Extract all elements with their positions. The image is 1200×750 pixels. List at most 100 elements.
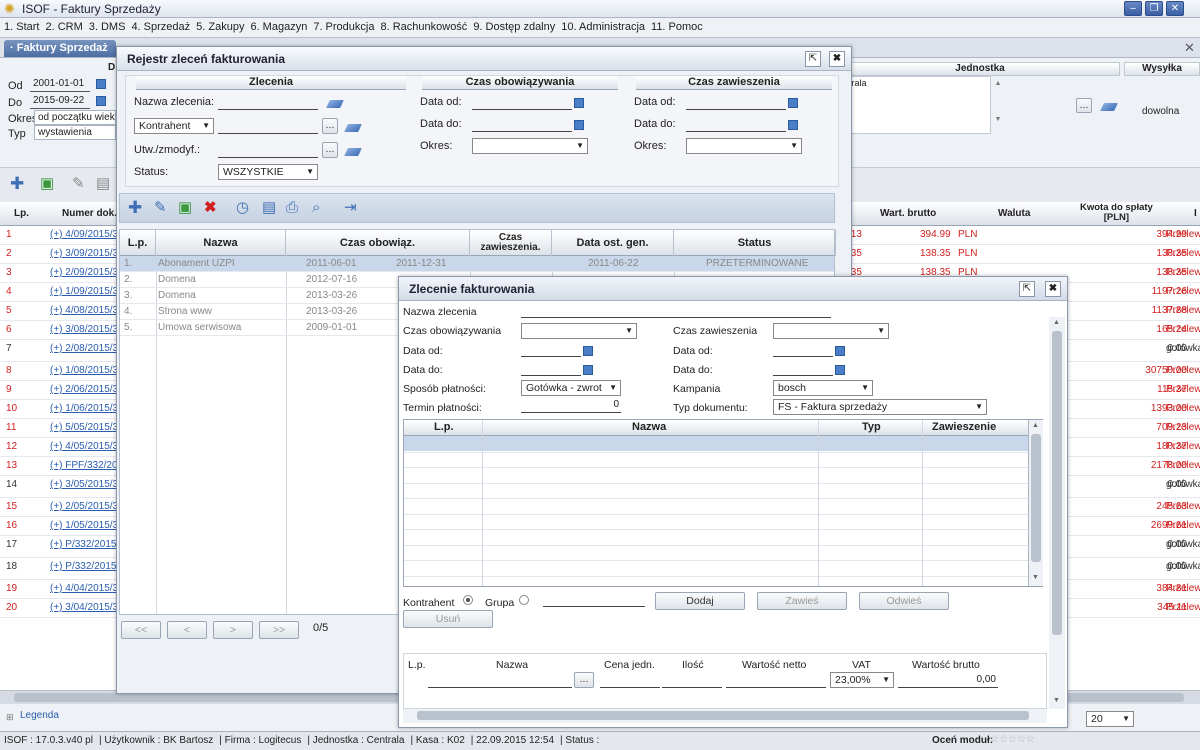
search-icon[interactable]: ⌕: [312, 200, 320, 216]
cell-num[interactable]: (+) 3/05/2015/3: [50, 479, 118, 490]
add-icon[interactable]: ✚: [10, 175, 24, 192]
cell-num[interactable]: (+) 4/04/2015/3: [50, 583, 118, 594]
legenda-link[interactable]: Legenda: [20, 710, 59, 721]
jednostka-browse-button[interactable]: ...: [1076, 98, 1092, 113]
czas-okres-select[interactable]: [472, 138, 588, 154]
rejestr-col-0[interactable]: L.p.: [120, 230, 156, 256]
menu-item[interactable]: 9. Dostęp zdalny: [473, 21, 555, 33]
calendar-icon[interactable]: [96, 79, 106, 89]
close-dialog-button[interactable]: ✖: [829, 51, 845, 67]
prev-page-button[interactable]: <: [167, 621, 207, 639]
scroll-down-icon[interactable]: ▼: [1032, 574, 1039, 581]
menu-item[interactable]: 1. Start: [4, 21, 39, 33]
menu-item[interactable]: 8. Rachunkowość: [380, 21, 467, 33]
edit-icon[interactable]: ✎: [154, 200, 167, 216]
cell-num[interactable]: (+) 2/08/2015/3: [50, 343, 118, 354]
cell-num[interactable]: (+) 4/08/2015/3: [50, 305, 118, 316]
jednostka-list[interactable]: ntrala: [840, 76, 1005, 134]
menu-item[interactable]: 3. DMS: [89, 21, 126, 33]
legend-expand-icon[interactable]: ⊞: [6, 712, 14, 723]
maximize-button[interactable]: ❐: [1145, 1, 1163, 16]
popout-icon[interactable]: ⇱: [1019, 281, 1035, 297]
rejestr-col-3[interactable]: Czas zawieszenia.: [470, 230, 552, 256]
menu-item[interactable]: 11. Pomoc: [651, 21, 703, 33]
zaw-data-do-input[interactable]: [686, 118, 786, 132]
zaw-data-do-input[interactable]: [773, 362, 833, 376]
tab-faktury-sprzedazy[interactable]: · Faktury Sprzedaż: [4, 40, 116, 57]
calendar-icon[interactable]: [788, 120, 798, 130]
zaw-okres-select[interactable]: [686, 138, 802, 154]
eraser-icon[interactable]: [1100, 103, 1118, 111]
eraser-icon[interactable]: [326, 100, 344, 108]
item-netto-input[interactable]: [726, 674, 826, 688]
kontrahent-select[interactable]: Kontrahent: [134, 118, 214, 134]
new-document-icon[interactable]: ▣: [40, 176, 54, 192]
last-page-button[interactable]: >>: [259, 621, 299, 639]
cell-num[interactable]: (+) 2/05/2015/3: [50, 501, 118, 512]
item-vat-select[interactable]: 23,00%: [830, 672, 894, 688]
cell-num[interactable]: (+) 3/08/2015/3: [50, 324, 118, 335]
add-icon[interactable]: ✚: [128, 199, 142, 216]
rejestr-col-5[interactable]: Status: [674, 230, 836, 256]
scroll-thumb[interactable]: [417, 711, 1029, 720]
delete-icon[interactable]: ✖: [204, 200, 217, 216]
menu-item[interactable]: 5. Zakupy: [196, 21, 244, 33]
odwies-button[interactable]: Odwieś: [859, 592, 949, 610]
rejestr-col-1[interactable]: Nazwa: [156, 230, 286, 256]
cell-num[interactable]: (+) FPF/332/20: [50, 460, 118, 471]
typ-select[interactable]: wystawienia: [34, 125, 116, 140]
kampania-select[interactable]: bosch: [773, 380, 873, 396]
item-ilosc-input[interactable]: [662, 674, 722, 688]
menu-item[interactable]: 2. CRM: [45, 21, 82, 33]
edit-icon[interactable]: ✎: [72, 176, 85, 192]
data-do-input[interactable]: [521, 362, 581, 376]
okres-select[interactable]: od początku wieku: [34, 110, 116, 125]
cell-num[interactable]: (+) 4/05/2015/3: [50, 441, 118, 452]
kontrahent-grupa-input[interactable]: [543, 593, 645, 607]
rejestr-col-2[interactable]: Czas obowiąz.: [286, 230, 470, 256]
termin-platnosci-input[interactable]: 0: [521, 399, 621, 413]
print-icon[interactable]: ⎙: [286, 200, 298, 216]
popout-icon[interactable]: ⇱: [805, 51, 821, 67]
dodaj-button[interactable]: Dodaj: [655, 592, 745, 610]
cell-num[interactable]: (+) 2/06/2015/3: [50, 384, 118, 395]
czas-obowiazywania-select[interactable]: [521, 323, 637, 339]
generate-icon[interactable]: ▣: [178, 200, 192, 216]
scroll-thumb[interactable]: [1031, 434, 1041, 562]
rating-stars[interactable]: ☆☆☆☆☆: [990, 734, 1035, 745]
zlecenie-horizontal-scrollbar[interactable]: [403, 709, 1047, 723]
eraser-icon[interactable]: [344, 148, 362, 156]
zawies-button[interactable]: Zawieś: [757, 592, 847, 610]
usun-button[interactable]: Usuń: [403, 610, 493, 628]
utw-browse-button[interactable]: ...: [322, 142, 338, 158]
cell-num[interactable]: (+) 1/08/2015/3: [50, 365, 118, 376]
close-dialog-button[interactable]: ✖: [1045, 281, 1061, 297]
first-page-button[interactable]: <<: [121, 621, 161, 639]
history-icon[interactable]: ◷: [236, 200, 249, 216]
calendar-icon[interactable]: [788, 98, 798, 108]
rejestr-row[interactable]: 1. Abonament UZPI 2011-06-01 2011-12-31 2011…: [120, 256, 834, 272]
zlecenie-vertical-scrollbar[interactable]: ▲ ▼: [1049, 317, 1065, 709]
jednostka-scrollbar[interactable]: ▲ ▼: [990, 76, 1005, 134]
sposob-platnosci-select[interactable]: Gotówka - zwrot: [521, 380, 621, 396]
cell-num[interactable]: (+) 1/06/2015/3: [50, 403, 118, 414]
czas-zawieszenia-select[interactable]: [773, 323, 889, 339]
next-page-button[interactable]: >: [213, 621, 253, 639]
cell-num[interactable]: (+) 3/04/2015/3: [50, 602, 118, 613]
close-window-button[interactable]: ✕: [1166, 1, 1184, 16]
czas-data-do-input[interactable]: [472, 118, 572, 132]
cell-num[interactable]: (+) 1/05/2015/3: [50, 520, 118, 531]
cell-num[interactable]: (+) P/332/2015/: [50, 561, 119, 572]
item-cena-input[interactable]: [600, 674, 660, 688]
kontrahent-browse-button[interactable]: ...: [322, 118, 338, 134]
page-size-select[interactable]: 20: [1086, 711, 1134, 727]
grupa-radio[interactable]: [519, 595, 529, 605]
cell-num[interactable]: (+) 4/09/2015/3: [50, 229, 118, 240]
calendar-icon[interactable]: [835, 365, 845, 375]
cell-num[interactable]: (+) 5/05/2015/3: [50, 422, 118, 433]
data-od-input[interactable]: [521, 343, 581, 357]
menu-item[interactable]: 6. Magazyn: [250, 21, 307, 33]
exit-icon[interactable]: ⇥: [344, 200, 357, 216]
zaw-data-od-input[interactable]: [686, 96, 786, 110]
menu-item[interactable]: 7. Produkcja: [313, 21, 374, 33]
